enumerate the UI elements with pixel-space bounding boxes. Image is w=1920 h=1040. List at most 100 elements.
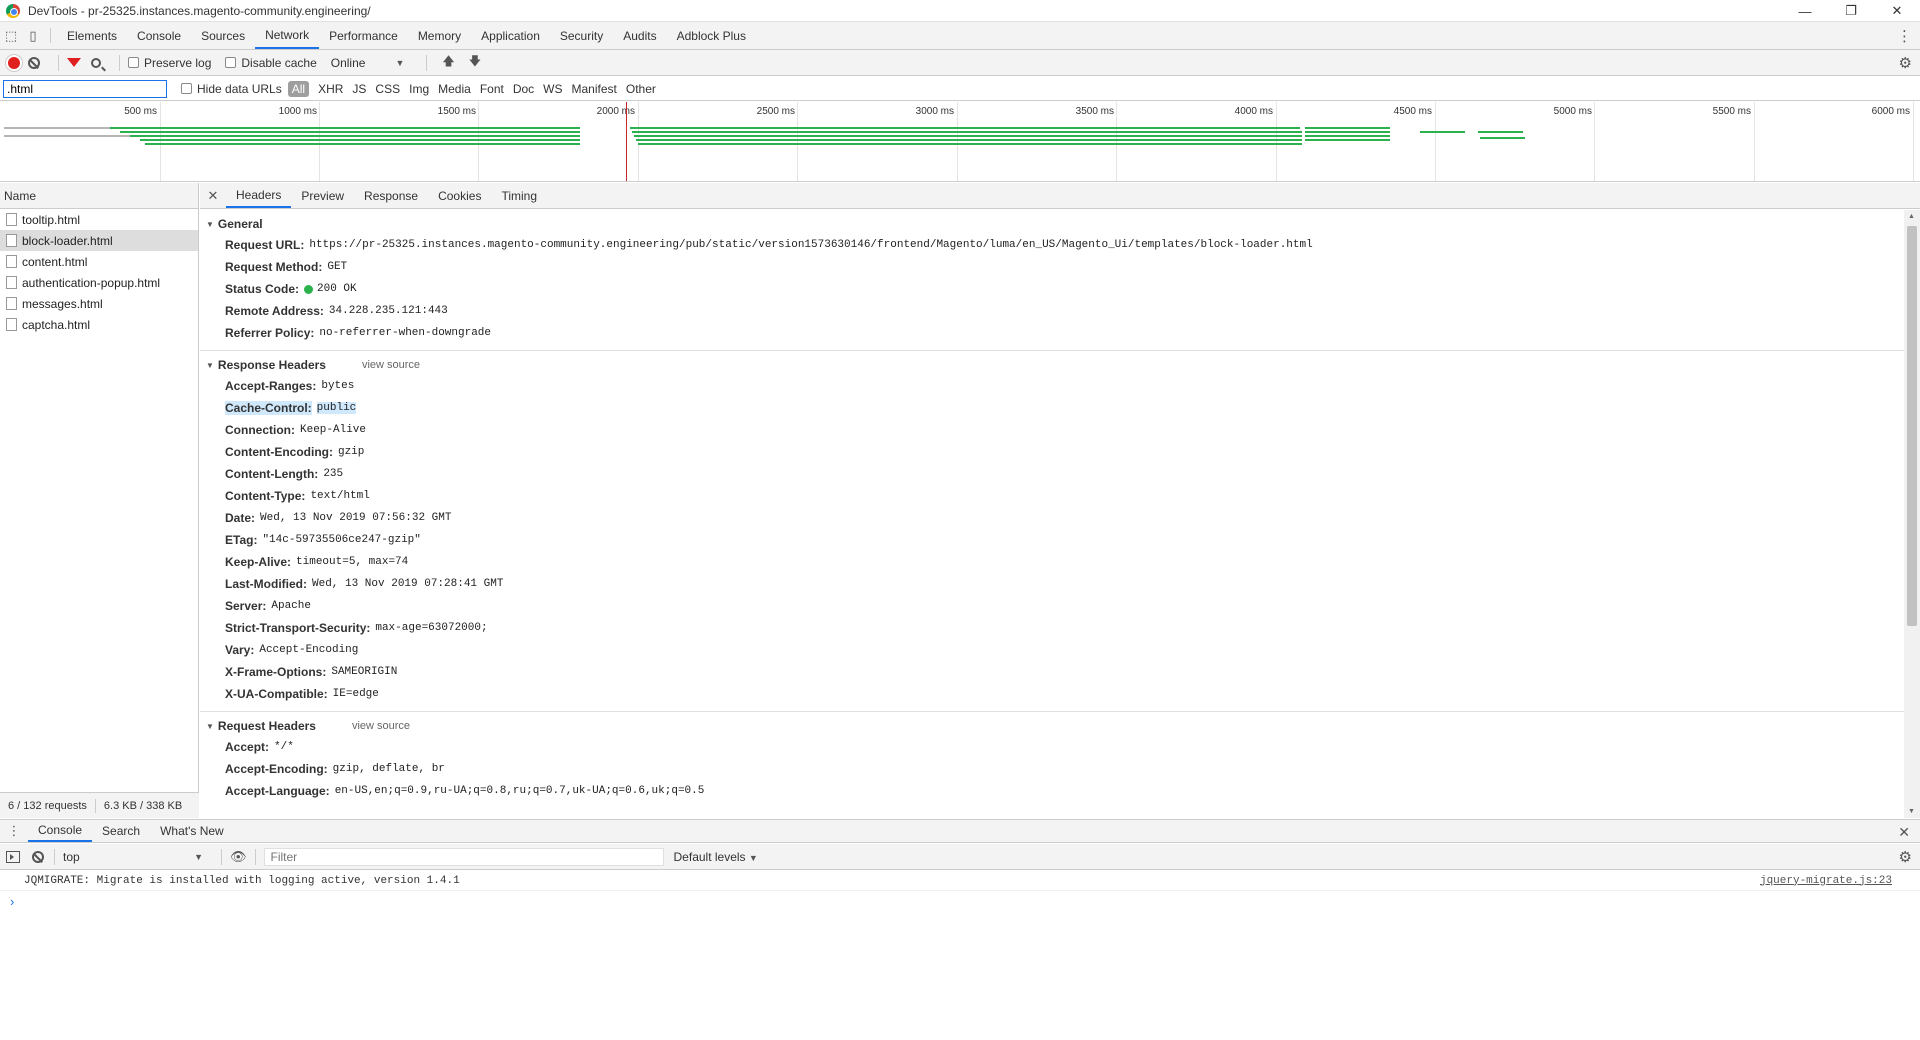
general-section-header[interactable]: ▼ General: [200, 214, 1904, 234]
console-settings-gear-icon[interactable]: ⚙: [1899, 848, 1912, 866]
header-value: SAMEORIGIN: [331, 666, 398, 678]
view-source-link[interactable]: view source: [352, 720, 410, 732]
record-icon[interactable]: [8, 56, 20, 69]
throttle-select[interactable]: Online ▼: [331, 56, 405, 70]
request-name: captcha.html: [22, 317, 91, 332]
tab-performance[interactable]: Performance: [319, 22, 408, 49]
preserve-log-checkbox[interactable]: [128, 57, 139, 68]
filter-type-doc[interactable]: Doc: [513, 82, 534, 96]
filter-type-media[interactable]: Media: [438, 82, 471, 96]
tab-elements[interactable]: Elements: [57, 22, 127, 49]
console-message-text: JQMIGRATE: Migrate is installed with log…: [24, 874, 460, 887]
filter-input[interactable]: [3, 79, 167, 98]
request-row[interactable]: tooltip.html: [0, 209, 198, 230]
request-row[interactable]: messages.html: [0, 293, 198, 314]
filter-type-font[interactable]: Font: [480, 82, 504, 96]
import-har-icon[interactable]: 🡅: [442, 52, 454, 73]
scroll-down-icon[interactable]: ▼: [1908, 808, 1915, 815]
maximize-button[interactable]: ❐: [1828, 0, 1874, 22]
inspect-element-icon[interactable]: ⬚: [0, 22, 22, 49]
tab-sources[interactable]: Sources: [191, 22, 255, 49]
timeline-tick-label: 4000 ms: [1234, 106, 1273, 117]
request-row[interactable]: block-loader.html: [0, 230, 198, 251]
console-prompt[interactable]: ›: [10, 894, 14, 909]
header-key: Accept-Ranges:: [225, 379, 317, 393]
file-icon: [6, 213, 17, 226]
export-har-icon[interactable]: 🡇: [469, 52, 481, 73]
timeline-gridline: [478, 102, 479, 181]
live-expression-eye-icon[interactable]: 👁: [230, 849, 247, 865]
console-filter-input[interactable]: [263, 847, 664, 866]
header-value: text/html: [310, 490, 370, 502]
filter-type-ws[interactable]: WS: [543, 82, 562, 96]
console-sidebar-icon[interactable]: [6, 850, 20, 863]
header-value: gzip, deflate, br: [332, 763, 445, 775]
tab-application[interactable]: Application: [471, 22, 550, 49]
drawer-tab-search[interactable]: Search: [92, 820, 150, 842]
tab-headers[interactable]: Headers: [226, 183, 292, 208]
chevron-down-icon: ▼: [395, 57, 405, 68]
tab-audits[interactable]: Audits: [613, 22, 666, 49]
log-levels-select[interactable]: Default levels ▼: [674, 850, 758, 864]
tab-timing[interactable]: Timing: [491, 183, 547, 208]
drawer-tab-whats-new[interactable]: What's New: [150, 820, 234, 842]
tab-cookies[interactable]: Cookies: [428, 183, 491, 208]
tab-preview[interactable]: Preview: [291, 183, 354, 208]
console-message-source-link[interactable]: jquery-migrate.js:23: [1760, 875, 1892, 887]
drawer-menu-icon[interactable]: ⋮: [0, 820, 28, 842]
details-scrollbar[interactable]: ▲ ▼: [1904, 210, 1920, 818]
filter-type-img[interactable]: Img: [409, 82, 429, 96]
tab-memory[interactable]: Memory: [408, 22, 471, 49]
tab-network[interactable]: Network: [255, 22, 320, 49]
close-drawer-icon[interactable]: ✕: [1898, 820, 1910, 844]
search-icon[interactable]: [91, 57, 101, 68]
header-value: Wed, 13 Nov 2019 07:28:41 GMT: [312, 578, 504, 590]
request-headers-section-header[interactable]: ▼ Request Headers view source: [200, 716, 1904, 736]
filter-icon[interactable]: [67, 58, 81, 67]
header-row: Date: Wed, 13 Nov 2019 07:56:32 GMT: [200, 507, 1904, 529]
network-settings-gear-icon[interactable]: ⚙: [1899, 54, 1912, 72]
request-row[interactable]: captcha.html: [0, 314, 198, 335]
name-column-header[interactable]: Name: [0, 183, 198, 209]
filter-type-xhr[interactable]: XHR: [318, 82, 343, 96]
header-key: Server:: [225, 599, 267, 613]
request-row[interactable]: authentication-popup.html: [0, 272, 198, 293]
toolbar-divider: [58, 54, 59, 71]
scroll-up-icon[interactable]: ▲: [1908, 213, 1915, 220]
request-row[interactable]: content.html: [0, 251, 198, 272]
console-toolbar: top ▼ 👁 Default levels ▼ ⚙: [0, 844, 1920, 870]
drawer-tab-console[interactable]: Console: [28, 820, 93, 842]
filter-type-manifest[interactable]: Manifest: [572, 82, 617, 96]
request-name: content.html: [22, 254, 88, 269]
section-title: Response Headers: [217, 358, 326, 372]
execution-context-select[interactable]: top ▼: [63, 850, 203, 864]
timeline-bar: [636, 139, 1302, 141]
tab-response[interactable]: Response: [354, 183, 428, 208]
response-headers-section: ▼ Response Headers view source Accept-Ra…: [200, 351, 1904, 712]
device-toolbar-icon[interactable]: ▯: [22, 22, 44, 49]
view-source-link[interactable]: view source: [362, 359, 420, 371]
minimize-button[interactable]: —: [1782, 0, 1828, 22]
timeline-tick-label: 2500 ms: [756, 106, 795, 117]
tab-adblock-plus[interactable]: Adblock Plus: [667, 22, 756, 49]
clear-icon[interactable]: [28, 56, 40, 69]
header-value: 34.228.235.121:443: [328, 305, 448, 317]
filter-type-css[interactable]: CSS: [375, 82, 400, 96]
header-key: Vary:: [225, 643, 255, 657]
close-window-button[interactable]: ✕: [1874, 0, 1920, 22]
timeline-bar: [1305, 139, 1390, 141]
filter-type-all[interactable]: All: [287, 80, 310, 97]
disable-cache-checkbox[interactable]: [225, 57, 237, 68]
scrollbar-thumb[interactable]: [1907, 226, 1917, 626]
clear-console-icon[interactable]: [32, 850, 44, 863]
close-details-icon[interactable]: ✕: [200, 183, 226, 208]
filter-type-js[interactable]: JS: [352, 82, 366, 96]
tab-security[interactable]: Security: [550, 22, 613, 49]
tab-console[interactable]: Console: [127, 22, 191, 49]
filter-type-other[interactable]: Other: [626, 82, 656, 96]
network-overview-timeline[interactable]: 500 ms 1000 ms 1500 ms 2000 ms 2500 ms 3…: [0, 102, 1920, 182]
response-headers-section-header[interactable]: ▼ Response Headers view source: [200, 355, 1904, 375]
hide-data-urls-checkbox[interactable]: [181, 83, 192, 94]
timeline-gridline: [1435, 102, 1436, 181]
more-options-icon[interactable]: ⋮: [1897, 22, 1912, 50]
